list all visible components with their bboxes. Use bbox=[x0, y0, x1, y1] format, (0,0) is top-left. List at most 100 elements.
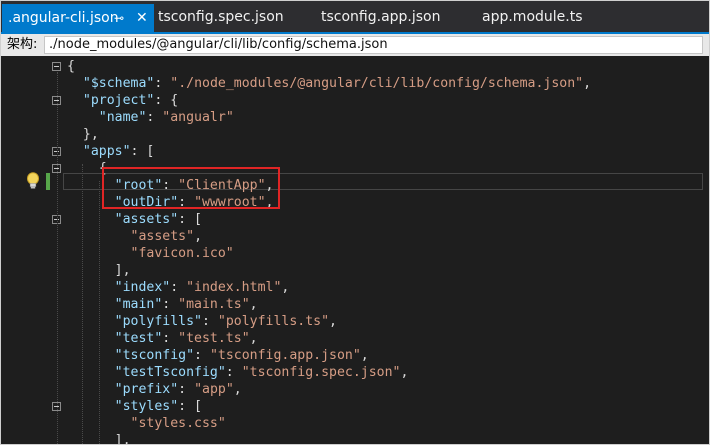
pin-icon[interactable]: ⊸ bbox=[114, 4, 124, 32]
fold-guide-line bbox=[57, 72, 58, 444]
code-line[interactable]: "name": "angualr" bbox=[67, 109, 234, 126]
code-line[interactable]: "apps": [ bbox=[67, 143, 154, 160]
json-punctuation bbox=[67, 76, 83, 91]
json-punctuation: : bbox=[162, 297, 179, 312]
json-punctuation: ], bbox=[67, 263, 131, 278]
json-punctuation: , bbox=[329, 314, 337, 329]
code-line[interactable]: "assets": [ bbox=[67, 211, 202, 228]
json-punctuation bbox=[67, 348, 115, 363]
code-line[interactable]: "styles": [ bbox=[67, 398, 202, 415]
json-punctuation: { bbox=[67, 59, 75, 74]
json-punctuation: : bbox=[154, 76, 171, 91]
code-line[interactable]: }, bbox=[67, 126, 99, 143]
tab-label: tsconfig.spec.json bbox=[158, 9, 284, 25]
json-key: "index" bbox=[114, 280, 171, 295]
code-line[interactable]: ], bbox=[67, 432, 131, 444]
json-string: "styles.css" bbox=[130, 416, 226, 431]
json-punctuation: }, bbox=[67, 127, 99, 142]
json-punctuation: , bbox=[281, 280, 290, 295]
json-key: "$schema" bbox=[82, 76, 155, 91]
json-key: "project" bbox=[82, 93, 155, 108]
json-string: "angualr" bbox=[162, 110, 234, 125]
json-punctuation: , bbox=[400, 365, 409, 380]
code-line[interactable]: "styles.css" bbox=[67, 415, 226, 432]
tab-app-module-ts[interactable]: app.module.ts bbox=[482, 6, 583, 30]
json-string: "test.ts" bbox=[178, 331, 250, 346]
json-punctuation: : bbox=[146, 110, 163, 125]
tab-label: tsconfig.app.json bbox=[321, 9, 441, 25]
json-punctuation bbox=[67, 144, 83, 159]
json-punctuation: , bbox=[194, 229, 203, 244]
json-punctuation bbox=[67, 382, 115, 397]
json-string: "main.ts" bbox=[178, 297, 250, 312]
json-key: "styles" bbox=[114, 399, 179, 414]
json-punctuation bbox=[67, 331, 115, 346]
json-string: "assets" bbox=[130, 229, 195, 244]
json-punctuation bbox=[67, 93, 83, 108]
fold-toggle-icon[interactable] bbox=[52, 62, 61, 71]
code-line[interactable]: "project": { bbox=[67, 92, 178, 109]
json-punctuation: : [ bbox=[178, 212, 202, 227]
code-line[interactable]: "main": "main.ts", bbox=[67, 296, 258, 313]
json-punctuation: : bbox=[170, 280, 187, 295]
json-punctuation: , bbox=[249, 297, 258, 312]
json-key: "prefix" bbox=[114, 382, 179, 397]
code-line[interactable]: "index": "index.html", bbox=[67, 279, 290, 296]
json-punctuation: : bbox=[178, 382, 195, 397]
annotation-highlight-box bbox=[102, 167, 280, 209]
json-key: "name" bbox=[98, 110, 147, 125]
json-string: "tsconfig.spec.json" bbox=[241, 365, 401, 380]
json-key: "test" bbox=[114, 331, 163, 346]
json-punctuation bbox=[67, 314, 115, 329]
json-punctuation bbox=[67, 297, 115, 312]
json-punctuation: : [ bbox=[130, 144, 155, 159]
json-punctuation: : bbox=[225, 365, 242, 380]
change-indicator-bar bbox=[46, 173, 50, 190]
json-punctuation bbox=[67, 280, 115, 295]
json-punctuation bbox=[67, 212, 115, 227]
json-punctuation: : bbox=[162, 331, 179, 346]
json-key: "testTsconfig" bbox=[114, 365, 226, 380]
json-string: "tsconfig.app.json" bbox=[209, 348, 361, 363]
glyph-margin bbox=[1, 56, 49, 444]
code-line[interactable]: "assets", bbox=[67, 228, 202, 245]
json-punctuation: : [ bbox=[178, 399, 202, 414]
json-punctuation bbox=[67, 110, 99, 125]
tab-label: .angular-cli.json bbox=[8, 10, 119, 26]
json-string: "favicon.ico" bbox=[130, 246, 234, 261]
tab-tsconfig-spec-json[interactable]: tsconfig.spec.json bbox=[158, 6, 284, 30]
lightbulb-icon[interactable] bbox=[26, 172, 40, 190]
json-key: "main" bbox=[114, 297, 163, 312]
json-punctuation: , bbox=[360, 348, 369, 363]
json-string: "polyfills.ts" bbox=[217, 314, 330, 329]
code-line[interactable]: { bbox=[67, 58, 75, 75]
code-line[interactable]: "tsconfig": "tsconfig.app.json", bbox=[67, 347, 369, 364]
tab-strip: .angular-cli.json ⊸ ✕ tsconfig.spec.json… bbox=[1, 1, 709, 34]
editor-window: .angular-cli.json ⊸ ✕ tsconfig.spec.json… bbox=[0, 0, 710, 445]
json-punctuation: : { bbox=[154, 93, 179, 108]
schema-label: 架构: bbox=[7, 37, 38, 52]
code-line[interactable]: "test": "test.ts", bbox=[67, 330, 258, 347]
code-line[interactable]: "$schema": "./node_modules/@angular/cli/… bbox=[67, 75, 591, 92]
tab-tsconfig-app-json[interactable]: tsconfig.app.json bbox=[321, 6, 441, 30]
tab-label: app.module.ts bbox=[482, 9, 583, 25]
json-punctuation bbox=[67, 365, 115, 380]
json-punctuation: : bbox=[201, 314, 218, 329]
json-string: "app" bbox=[194, 382, 234, 397]
tab-angular-cli-json[interactable]: .angular-cli.json ⊸ ✕ bbox=[2, 4, 154, 32]
schema-path-field[interactable]: ./node_modules/@angular/cli/lib/config/s… bbox=[44, 36, 703, 54]
code-line[interactable]: { bbox=[67, 160, 107, 177]
close-icon[interactable]: ✕ bbox=[136, 4, 148, 32]
code-line[interactable]: "prefix": "app", bbox=[67, 381, 242, 398]
json-key: "polyfills" bbox=[114, 314, 202, 329]
json-punctuation: , bbox=[583, 76, 592, 91]
code-line[interactable]: "polyfills": "polyfills.ts", bbox=[67, 313, 337, 330]
json-key: "assets" bbox=[114, 212, 179, 227]
code-line[interactable]: "favicon.ico" bbox=[67, 245, 234, 262]
code-editor[interactable]: { "$schema": "./node_modules/@angular/cl… bbox=[1, 56, 709, 444]
code-line[interactable]: "testTsconfig": "tsconfig.spec.json", bbox=[67, 364, 409, 381]
code-line[interactable]: ], bbox=[67, 262, 131, 279]
json-key: "apps" bbox=[82, 144, 131, 159]
json-key: "tsconfig" bbox=[114, 348, 195, 363]
json-punctuation: , bbox=[249, 331, 258, 346]
